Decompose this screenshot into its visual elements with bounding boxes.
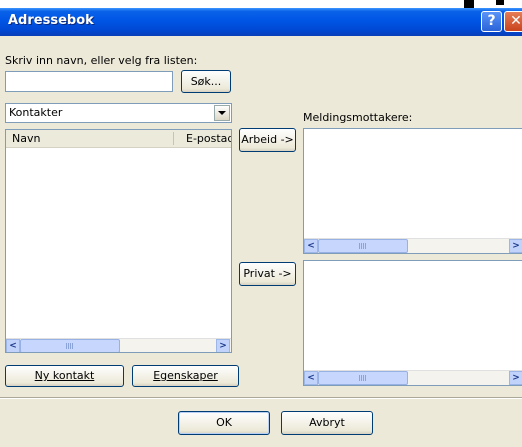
- scroll-left-icon[interactable]: <: [304, 371, 318, 385]
- scroll-left-icon[interactable]: <: [6, 339, 20, 352]
- scroll-right-icon[interactable]: >: [509, 239, 522, 253]
- divider-highlight: [0, 398, 522, 399]
- dropdown-button[interactable]: [214, 105, 230, 121]
- properties-label: Egenskaper: [153, 369, 218, 382]
- ok-button[interactable]: OK: [178, 411, 270, 435]
- recipients-label: Meldingsmottakere:: [303, 111, 413, 124]
- new-contact-label: Ny kontakt: [34, 369, 95, 382]
- source-select-value: Kontakter: [9, 106, 63, 119]
- scroll-thumb[interactable]: [20, 339, 120, 352]
- cancel-button[interactable]: Avbryt: [281, 411, 373, 435]
- help-button[interactable]: ?: [481, 11, 502, 32]
- private-recipient-button[interactable]: Privat ->: [239, 262, 296, 286]
- close-button[interactable]: ✕: [504, 11, 522, 32]
- new-contact-button[interactable]: Ny kontakt: [5, 365, 124, 387]
- scroll-right-icon[interactable]: >: [509, 371, 522, 385]
- scroll-thumb[interactable]: [318, 371, 408, 385]
- private-recipients-hscrollbar[interactable]: < >: [304, 370, 522, 385]
- title-bar: Adressebok ? ✕: [0, 8, 522, 36]
- top-strip: [0, 0, 522, 8]
- window-title: Adressebok: [8, 13, 94, 28]
- search-input[interactable]: [5, 71, 173, 92]
- contacts-list[interactable]: Navn E-postad < >: [5, 129, 232, 353]
- search-prompt: Skriv inn navn, eller velg fra listen:: [5, 54, 198, 67]
- source-select[interactable]: Kontakter: [5, 103, 232, 123]
- column-header-name[interactable]: Navn: [12, 132, 40, 145]
- search-button[interactable]: Søk...: [181, 70, 231, 93]
- scroll-right-icon[interactable]: >: [216, 339, 230, 352]
- private-recipients-list[interactable]: < >: [303, 260, 522, 386]
- partial-glyph: [464, 0, 504, 8]
- column-header-email[interactable]: E-postad: [186, 132, 231, 145]
- properties-button[interactable]: Egenskaper: [132, 365, 239, 387]
- work-recipient-button[interactable]: Arbeid ->: [239, 128, 296, 152]
- scroll-thumb[interactable]: [318, 239, 408, 253]
- chevron-down-icon: [218, 111, 226, 115]
- scroll-left-icon[interactable]: <: [304, 239, 318, 253]
- help-icon: ?: [487, 13, 496, 29]
- work-recipients-list[interactable]: < >: [303, 128, 522, 254]
- close-icon: ✕: [510, 13, 522, 29]
- column-divider: [173, 132, 174, 145]
- contacts-hscrollbar[interactable]: < >: [6, 338, 231, 352]
- work-recipients-hscrollbar[interactable]: < >: [304, 238, 522, 253]
- list-header: Navn E-postad: [6, 130, 231, 148]
- address-book-dialog: Adressebok ? ✕ Skriv inn navn, eller vel…: [0, 0, 522, 447]
